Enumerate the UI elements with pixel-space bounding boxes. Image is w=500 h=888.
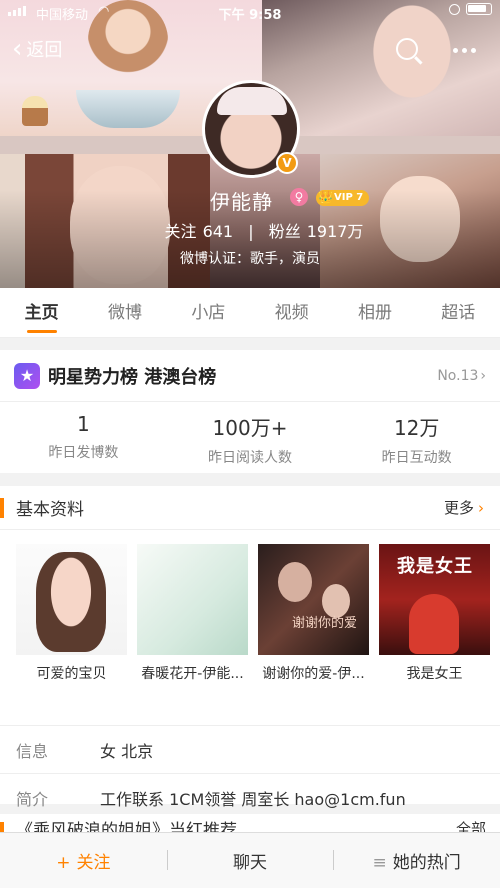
album-caption: 春暖花开-伊能... [141,666,244,682]
album-cover [137,544,248,655]
stat-posts: 1 昨日发博数 [0,402,167,472]
tab-home[interactable]: 主页 [0,288,83,337]
status-time: 下午 9:58 [218,8,282,23]
info-value: 工作联系 1CM领誉 周室长 hao@1cm.fun [100,789,406,809]
more-icon[interactable] [453,48,476,53]
following-label: 关注 [164,222,197,241]
status-right [449,3,492,15]
fans-label: 粉丝 [268,222,301,241]
avatar-cap [217,87,287,115]
stat-value: 100万+ [212,416,288,440]
star-rank-icon: ★ [14,362,40,389]
menu-lines-icon: ≡ [372,853,387,873]
chat-button[interactable]: 聊天 [166,848,334,873]
basic-info-title: 基本资料 [16,500,84,520]
rotation-lock-icon [449,3,460,15]
stat-label: 昨日阅读人数 [208,450,292,466]
profile-tabs: 主页 微博 小店 视频 相册 超话 [0,288,500,338]
plus-icon: + [56,853,71,873]
status-bar: 中国移动 ◠ 下午 9:58 [0,0,500,24]
back-label: 返回 [26,40,63,61]
more-label: 更多 [443,499,474,517]
more-link[interactable]: 更多 › [444,497,484,518]
basic-info-header: 基本资料 更多 › [0,486,500,530]
stat-value: 12万 [393,416,440,440]
hot-posts-button[interactable]: ≡ 她的热门 [333,848,500,873]
album-cover-figure [278,562,312,602]
back-chevron-icon: ‹ [12,34,23,64]
ranking-title: 明星势力榜 港澳台榜 [48,366,217,388]
fans-link[interactable]: 粉丝 1917万 [269,222,364,241]
album-caption: 可爱的宝贝 [36,666,107,682]
ranking-stats: 1 昨日发博数 100万+ 昨日阅读人数 12万 昨日互动数 [0,402,500,472]
follow-button[interactable]: + 关注 [0,848,167,873]
info-value: 女 北京 [100,741,154,761]
cover-bowl-illustration [76,90,180,128]
basic-info-card: 基本资料 更多 › 可爱的宝贝 春暖花开-伊能... 谢谢你的爱 谢谢你的爱-伊.… [0,486,500,822]
tab-super-topic[interactable]: 超话 [417,288,500,337]
tab-video[interactable]: 视频 [250,288,333,337]
fans-count: 1917万 [306,222,364,241]
bottom-action-bar: + 关注 聊天 ≡ 她的热门 [0,832,500,888]
album-caption: 我是女王 [406,666,463,682]
album-cover-figure [409,594,459,654]
following-count: 641 [202,222,234,241]
tab-album[interactable]: 相册 [333,288,416,337]
ranking-header[interactable]: ★ 明星势力榜 港澳台榜 No.13 › [0,350,500,402]
album-cover-text: 谢谢你的爱 [292,616,358,631]
stat-label: 昨日发博数 [48,445,119,461]
cover-cupcake-illustration [22,96,48,126]
tab-shop[interactable]: 小店 [167,288,250,337]
search-icon[interactable] [396,38,418,60]
verified-badge: V [276,152,298,174]
ranking-number-text: No.13 [437,367,479,384]
verification-text: 微博认证：歌手，演员 [180,251,320,267]
album-cover: 我是女王 [379,544,490,655]
chevron-right-icon: › [478,499,484,517]
female-icon: ♀ [290,188,308,206]
album-cover-text: 我是女王 [397,556,473,577]
battery-icon [466,3,492,15]
follow-counts: 关注 641 | 粉丝 1917万 [0,218,500,242]
counts-divider: | [248,222,254,241]
stat-readers: 100万+ 昨日阅读人数 [167,402,334,472]
stat-value: 1 [76,412,90,436]
album-item[interactable]: 我是女王 我是女王 [379,544,490,725]
hot-posts-label: 她的热门 [392,853,461,873]
album-cover-figure [36,552,106,652]
chevron-right-icon: › [480,367,486,384]
info-key: 简介 [16,789,49,809]
vip-badge[interactable]: VIP 7 [316,189,370,206]
stat-interactions: 12万 昨日互动数 [333,402,500,472]
album-cover: 谢谢你的爱 [258,544,369,655]
album-caption: 谢谢你的爱-伊... [262,666,365,682]
album-item[interactable]: 春暖花开-伊能... [137,544,248,725]
info-row: 信息 女 北京 [0,726,500,774]
following-link[interactable]: 关注 641 [165,222,239,241]
follow-label: 关注 [76,853,111,873]
tab-weibo[interactable]: 微博 [83,288,166,337]
ranking-card: ★ 明星势力榜 港澳台榜 No.13 › 1 昨日发博数 100万+ 昨日阅读人数… [0,350,500,473]
profile-cover: 中国移动 ◠ 下午 9:58 ‹ 返回 V 伊能静 ♀ VIP 7 关注 641 … [0,0,500,288]
album-cover [16,544,127,655]
info-key: 信息 [16,741,49,761]
album-item[interactable]: 可爱的宝贝 [16,544,127,725]
stat-label: 昨日互动数 [381,450,452,466]
back-button[interactable]: ‹ 返回 [12,36,62,62]
album-item[interactable]: 谢谢你的爱 谢谢你的爱-伊... [258,544,369,725]
album-list: 可爱的宝贝 春暖花开-伊能... 谢谢你的爱 谢谢你的爱-伊... 我是女王 我… [0,530,500,726]
profile-name: 伊能静 [210,190,273,214]
ranking-number: No.13 › [437,368,486,384]
